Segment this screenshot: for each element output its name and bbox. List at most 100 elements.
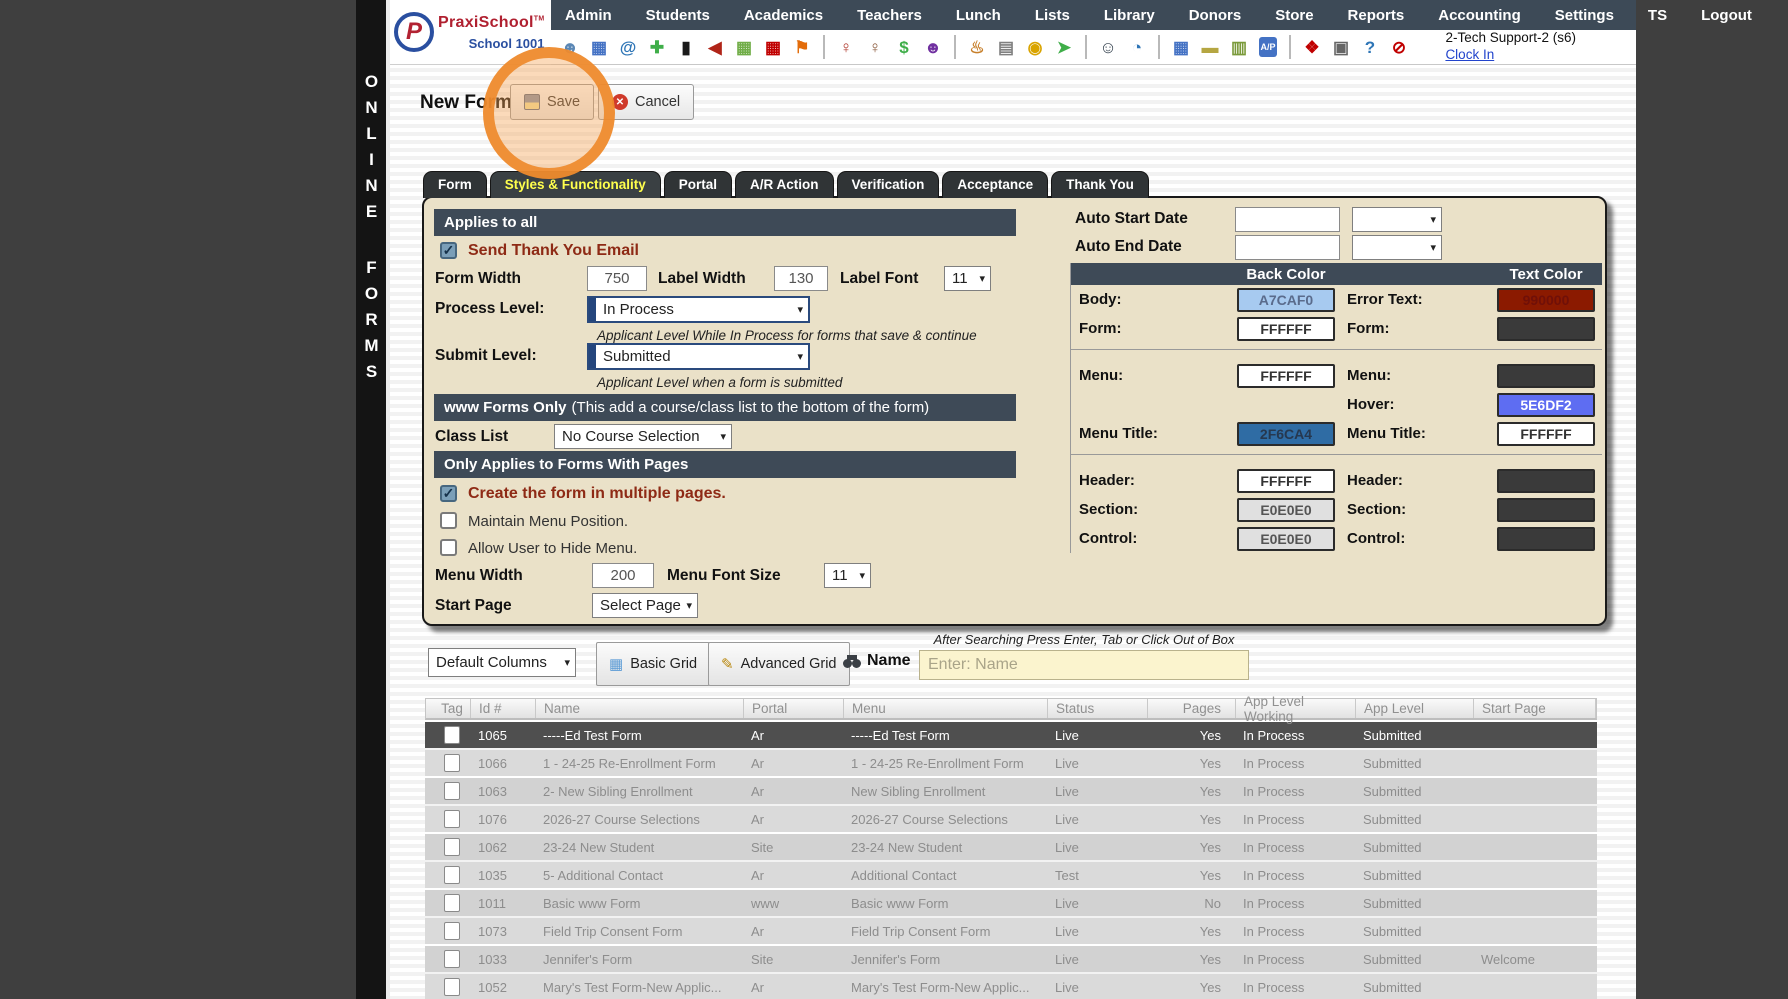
col-header-portal[interactable]: Portal [744, 699, 844, 718]
auto-end-date-input[interactable] [1235, 235, 1340, 260]
nav-item[interactable]: Lunch [956, 7, 1001, 24]
table-row[interactable]: 1066 1 - 24-25 Re-Enrollment Form Ar 1 -… [425, 750, 1597, 776]
nav-item[interactable]: Accounting [1438, 7, 1521, 24]
toolbar-icon[interactable]: ▦ [588, 35, 610, 59]
back-color-swatch[interactable]: FFFFFF [1237, 363, 1335, 388]
col-header-app-level-working[interactable]: App Level Working [1236, 694, 1356, 724]
toolbar-icon[interactable]: ❖ [1301, 35, 1323, 59]
toolbar-icon[interactable]: ☻ [922, 35, 944, 59]
col-header-status[interactable]: Status [1048, 699, 1148, 718]
toolbar-icon[interactable]: ♀ [835, 35, 857, 59]
toolbar-icon[interactable]: $ [893, 35, 915, 59]
toolbar-icon[interactable]: ⚑ [791, 35, 813, 59]
toolbar-icon[interactable]: ⊘ [1388, 35, 1410, 59]
back-color-swatch[interactable]: FFFFFF [1237, 316, 1335, 341]
row-tag-checkbox[interactable] [443, 978, 460, 996]
back-color-swatch[interactable]: 2F6CA4 [1237, 421, 1335, 446]
menu-width-input[interactable] [592, 563, 654, 588]
table-row[interactable]: 1033 Jennifer's Form Site Jennifer's For… [425, 946, 1597, 972]
nav-item[interactable]: Students [646, 7, 710, 24]
row-tag-checkbox[interactable] [443, 922, 460, 940]
toolbar-icon[interactable] [823, 35, 825, 59]
auto-start-date-input[interactable] [1235, 207, 1340, 232]
col-header-start-page[interactable]: Start Page [1474, 699, 1596, 718]
maintain-menu-checkbox[interactable] [440, 512, 457, 529]
tab[interactable]: Portal [663, 171, 733, 198]
toolbar-icon[interactable]: ☻ [559, 35, 581, 59]
tab[interactable]: Verification [836, 171, 940, 198]
nav-item[interactable]: Reports [1348, 7, 1405, 24]
toolbar-icon[interactable]: ♀ [864, 35, 886, 59]
text-color-swatch[interactable]: FFFFFF [1497, 421, 1595, 446]
nav-item[interactable]: Settings [1555, 7, 1614, 24]
tab[interactable]: A/R Action [735, 171, 834, 198]
save-button[interactable]: Save [510, 84, 595, 120]
nav-item[interactable]: Lists [1035, 7, 1070, 24]
tab[interactable]: Thank You [1051, 171, 1149, 198]
row-tag-checkbox[interactable] [443, 726, 460, 744]
text-color-swatch[interactable] [1497, 468, 1595, 493]
toolbar-icon[interactable]: ▤ [995, 35, 1017, 59]
toolbar-icon[interactable]: ▦ [733, 35, 755, 59]
toolbar-icon[interactable]: ? [1359, 35, 1381, 59]
nav-item[interactable]: Store [1275, 7, 1313, 24]
toolbar-icon[interactable]: ▬ [1199, 35, 1221, 59]
toolbar-icon[interactable]: @ [617, 35, 639, 59]
back-color-swatch[interactable]: A7CAF0 [1237, 287, 1335, 312]
table-row[interactable]: 1011 Basic www Form www Basic www Form L… [425, 890, 1597, 916]
auto-start-date-select[interactable]: ▾ [1352, 207, 1442, 232]
multiple-pages-checkbox[interactable]: ✓ [440, 485, 457, 502]
nav-item[interactable]: Logout [1701, 7, 1752, 24]
table-row[interactable]: 1052 Mary's Test Form-New Applic... Ar M… [425, 974, 1597, 999]
columns-select[interactable]: Default Columns ▾ [428, 648, 576, 677]
basic-grid-button[interactable]: ▦ Basic Grid [596, 642, 711, 686]
row-tag-checkbox[interactable] [443, 866, 460, 884]
text-color-swatch[interactable] [1497, 526, 1595, 551]
toolbar-icon[interactable]: ▣ [1330, 35, 1352, 59]
auto-end-date-select[interactable]: ▾ [1352, 235, 1442, 260]
table-row[interactable]: 1073 Field Trip Consent Form Ar Field Tr… [425, 918, 1597, 944]
back-color-swatch[interactable]: E0E0E0 [1237, 497, 1335, 522]
table-row[interactable]: 1076 2026-27 Course Selections Ar 2026-2… [425, 806, 1597, 832]
toolbar-icon[interactable] [954, 35, 956, 59]
label-font-select[interactable]: 11 ▾ [944, 266, 991, 291]
nav-item[interactable]: Donors [1189, 7, 1242, 24]
allow-hide-menu-checkbox[interactable] [440, 539, 457, 556]
table-row[interactable]: 1063 2- New Sibling Enrollment Ar New Si… [425, 778, 1597, 804]
toolbar-icon[interactable]: ▥ [1228, 35, 1250, 59]
toolbar-icon[interactable]: ◔ [1126, 35, 1148, 59]
nav-item[interactable]: Admin [565, 7, 612, 24]
table-row[interactable]: 1065 -----Ed Test Form Ar -----Ed Test F… [425, 722, 1597, 748]
toolbar-icon[interactable]: ✚ [646, 35, 668, 59]
text-color-swatch[interactable]: 990000 [1497, 287, 1595, 312]
toolbar-icon[interactable]: ☺ [1097, 35, 1119, 59]
nav-item[interactable]: Library [1104, 7, 1155, 24]
form-width-input[interactable] [587, 266, 647, 291]
process-level-select[interactable]: In Process ▾ [587, 296, 810, 323]
class-list-select[interactable]: No Course Selection ▾ [554, 424, 732, 449]
name-search-input[interactable] [919, 650, 1249, 680]
col-header-name[interactable]: Name [536, 699, 744, 718]
table-row[interactable]: 1035 5- Additional Contact Ar Additional… [425, 862, 1597, 888]
col-header-app-level[interactable]: App Level [1356, 699, 1474, 718]
text-color-swatch[interactable] [1497, 363, 1595, 388]
toolbar-icon[interactable]: ▦ [762, 35, 784, 59]
label-width-input[interactable] [774, 266, 828, 291]
back-color-swatch[interactable]: E0E0E0 [1237, 526, 1335, 551]
start-page-select[interactable]: Select Page ▾ [592, 593, 698, 618]
toolbar-icon[interactable]: ◉ [1024, 35, 1046, 59]
advanced-grid-button[interactable]: ✎ Advanced Grid [708, 642, 850, 686]
text-color-swatch[interactable]: 5E6DF2 [1497, 392, 1595, 417]
toolbar-icon[interactable] [1085, 35, 1087, 59]
row-tag-checkbox[interactable] [443, 782, 460, 800]
menu-font-select[interactable]: 11 ▾ [824, 563, 871, 588]
row-tag-checkbox[interactable] [443, 754, 460, 772]
toolbar-icon[interactable]: ▮ [675, 35, 697, 59]
toolbar-icon[interactable]: ♨ [966, 35, 988, 59]
row-tag-checkbox[interactable] [443, 810, 460, 828]
tab[interactable]: Styles & Functionality [489, 171, 661, 198]
toolbar-icon[interactable]: ◀ [704, 35, 726, 59]
toolbar-icon[interactable]: ▦ [1170, 35, 1192, 59]
nav-item[interactable]: Academics [744, 7, 823, 24]
toolbar-icon[interactable] [1289, 35, 1291, 59]
